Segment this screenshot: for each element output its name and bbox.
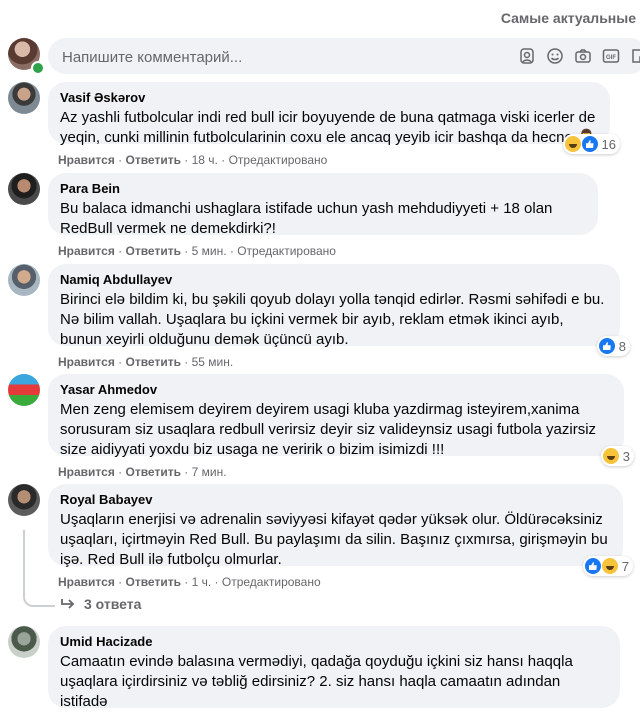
comment-text: Az yashli futbolcular indi red bull icir… <box>60 109 596 146</box>
comment-bubble: Umid Hacizade Camaatın evində balasına v… <box>48 626 620 710</box>
replies-label[interactable]: 3 ответа <box>84 596 141 612</box>
reply-arrow-icon <box>61 599 75 609</box>
edited-label[interactable]: Отредактировано <box>237 244 336 258</box>
avatar[interactable] <box>8 264 40 296</box>
haha-reaction-icon <box>601 558 618 574</box>
like-reaction-icon <box>584 558 601 574</box>
reply-link[interactable]: Ответить <box>126 244 181 258</box>
comment-author[interactable]: Vasif Əskərov <box>60 90 598 106</box>
online-status-dot <box>31 61 45 75</box>
comment-bubble: Royal Babayev Uşaqların enerjisi və adre… <box>48 484 633 576</box>
avatar[interactable] <box>8 173 40 205</box>
comment-text: Bu balaca idmanchi ushaglara istifade uc… <box>60 200 553 237</box>
reaction-count: 8 <box>618 338 626 354</box>
comment-bubble: Yasar Ahmedov Men zeng elemisem deyirem … <box>48 374 634 466</box>
like-link[interactable]: Нравится <box>58 465 115 479</box>
haha-reaction-icon <box>564 136 581 152</box>
camera-icon[interactable] <box>574 47 592 65</box>
comment-actions: Нравится · Ответить · 1 ч. · Отредактиро… <box>58 575 321 589</box>
reaction-summary[interactable]: 16 <box>562 134 620 154</box>
comment-time[interactable]: 7 мин. <box>192 465 227 479</box>
reaction-count: 7 <box>621 558 629 574</box>
avatar[interactable] <box>8 82 40 114</box>
avatar[interactable] <box>8 374 40 406</box>
like-link[interactable]: Нравится <box>58 244 115 258</box>
comment-time[interactable]: 1 ч. <box>192 575 212 589</box>
comment-time[interactable]: 18 ч. <box>192 153 218 167</box>
comment-author[interactable]: Para Bein <box>60 181 586 197</box>
comment-input-box[interactable]: GIF <box>48 38 640 76</box>
like-reaction-icon <box>581 136 598 152</box>
comment-text: Men zeng elemisem deyirem deyirem usagi … <box>60 401 597 458</box>
avatar-sticker-icon[interactable] <box>518 47 536 65</box>
like-link[interactable]: Нравится <box>58 575 115 589</box>
comment-actions: Нравится · Ответить · 5 мин. · Отредакти… <box>58 244 336 258</box>
reply-link[interactable]: Ответить <box>126 153 181 167</box>
gif-icon[interactable]: GIF <box>602 47 620 65</box>
svg-text:GIF: GIF <box>606 55 616 61</box>
haha-reaction-icon <box>602 448 619 464</box>
comment-actions: Нравится · Ответить · 7 мин. <box>58 465 227 479</box>
reaction-summary[interactable]: 3 <box>600 446 634 466</box>
emoji-icon[interactable] <box>546 47 564 65</box>
thread-connector <box>23 530 55 607</box>
avatar[interactable] <box>8 484 40 516</box>
comment-text: Camaatın evində balasına vermədiyi, qada… <box>60 653 573 710</box>
like-reaction-icon <box>598 338 615 354</box>
reaction-count: 16 <box>601 136 616 152</box>
comment-author[interactable]: Royal Babayev <box>60 492 611 508</box>
comment-time[interactable]: 55 мин. <box>192 355 234 369</box>
reaction-summary[interactable]: 7 <box>582 556 633 576</box>
sort-dropdown[interactable]: Самые актуальные <box>501 10 636 26</box>
reply-link[interactable]: Ответить <box>126 575 181 589</box>
comment-time[interactable]: 5 мин. <box>192 244 227 258</box>
comment-input[interactable] <box>60 38 504 76</box>
like-link[interactable]: Нравится <box>58 355 115 369</box>
like-link[interactable]: Нравится <box>58 153 115 167</box>
comment-actions: Нравится · Ответить · 55 мин. <box>58 355 234 369</box>
reaction-summary[interactable]: 8 <box>596 336 630 356</box>
edited-label[interactable]: Отредактировано <box>229 153 328 167</box>
comment-text: Birinci elə bildim ki, bu şəkili qoyub d… <box>60 291 605 348</box>
comment-text: Uşaqların enerjisi və adrenalin səviyyəs… <box>60 511 608 568</box>
sticker-icon[interactable] <box>630 47 640 65</box>
comment-author[interactable]: Umid Hacizade <box>60 634 608 650</box>
comment-author[interactable]: Yasar Ahmedov <box>60 382 612 398</box>
comment-bubble: Para Bein Bu balaca idmanchi ushaglara i… <box>48 173 598 237</box>
comment-actions: Нравится · Ответить · 18 ч. · Отредактир… <box>58 153 328 167</box>
reply-link[interactable]: Ответить <box>126 465 181 479</box>
view-replies-link[interactable]: 3 ответа <box>60 596 141 612</box>
comment-bubble: Vasif Əskərov Az yashli futbolcular indi… <box>48 82 620 154</box>
reaction-count: 3 <box>622 448 630 464</box>
avatar[interactable] <box>8 626 40 658</box>
comment-composer: GIF <box>8 38 640 76</box>
comment-author[interactable]: Namiq Abdullayev <box>60 272 608 288</box>
edited-label[interactable]: Отредактировано <box>222 575 321 589</box>
comment-bubble: Namiq Abdullayev Birinci elə bildim ki, … <box>48 264 630 356</box>
reply-link[interactable]: Ответить <box>126 355 181 369</box>
